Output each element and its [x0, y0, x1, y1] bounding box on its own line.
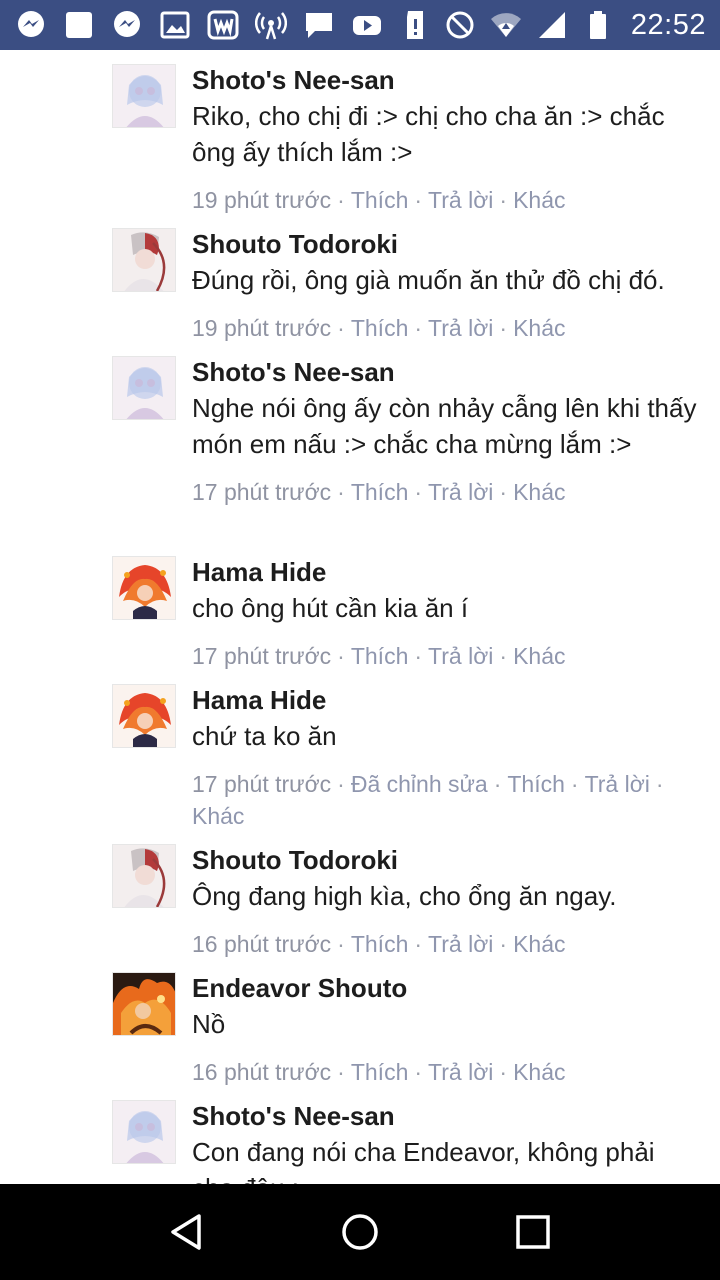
edited-link[interactable]: Đã chỉnh sửa: [351, 771, 488, 797]
comment-list[interactable]: Shoto's Nee-san Riko, cho chị đi :> chị …: [0, 50, 720, 1184]
more-link[interactable]: Khác: [513, 643, 565, 669]
comment-text: chứ ta ko ăn: [192, 721, 337, 751]
comment-author[interactable]: Shoto's Nee-san: [192, 356, 702, 388]
more-link[interactable]: Khác: [513, 315, 565, 341]
like-link[interactable]: Thích: [351, 479, 409, 505]
more-link[interactable]: Khác: [513, 931, 565, 957]
like-link[interactable]: Thích: [351, 1059, 409, 1085]
reply-link[interactable]: Trả lời: [428, 187, 493, 213]
comment-text: Ông đang high kìa, cho ổng ăn ngay.: [192, 881, 617, 911]
comment-author[interactable]: Shoto's Nee-san: [192, 1100, 702, 1132]
reply-link[interactable]: Trả lời: [428, 479, 493, 505]
hama-hide-avatar[interactable]: [112, 556, 176, 620]
battery-icon: [581, 8, 615, 42]
comment-author[interactable]: Shoto's Nee-san: [192, 64, 702, 96]
comment-text: Nồ: [192, 1009, 226, 1039]
comment-meta: 17 phút trước · Thích · Trả lời · Khác: [192, 643, 566, 669]
reply-link[interactable]: Trả lời: [428, 931, 493, 957]
comment-meta: 19 phút trước · Thích · Trả lời · Khác: [192, 187, 566, 213]
do-not-disturb-icon: [443, 8, 477, 42]
comment-author[interactable]: Hama Hide: [192, 556, 702, 588]
comment-time[interactable]: 19 phút trước: [192, 187, 331, 213]
endeavor-avatar[interactable]: [112, 972, 176, 1036]
youtube-icon: [350, 8, 384, 42]
comment-time[interactable]: 16 phút trước: [192, 931, 331, 957]
chat-bubble-icon: [302, 8, 336, 42]
messenger-icon: [14, 8, 48, 42]
cell-signal-icon: [535, 8, 569, 42]
like-link[interactable]: Thích: [507, 771, 565, 797]
gallery-icon: [158, 8, 192, 42]
comment-text: Đúng rồi, ông già muốn ăn thử đồ chị đó.: [192, 265, 665, 295]
hotspot-icon: [254, 8, 288, 42]
wattpad-icon: [206, 8, 240, 42]
comment-text: Riko, cho chị đi :> chị cho cha ăn :> ch…: [192, 101, 665, 167]
more-link[interactable]: Khác: [513, 1059, 565, 1085]
comment-time[interactable]: 17 phút trước: [192, 771, 331, 797]
like-link[interactable]: Thích: [351, 187, 409, 213]
nee-san-avatar[interactable]: [112, 356, 176, 420]
comment-text: Nghe nói ông ấy còn nhảy cẫng lên khi th…: [192, 393, 697, 459]
comment-time[interactable]: 17 phút trước: [192, 643, 331, 669]
nee-san-avatar[interactable]: [112, 64, 176, 128]
comment-author[interactable]: Shouto Todoroki: [192, 228, 702, 260]
more-link[interactable]: Khác: [513, 479, 565, 505]
comment-text: Con đang nói cha Endeavor, không phải ch…: [192, 1137, 655, 1184]
reply-link[interactable]: Trả lời: [428, 643, 493, 669]
like-link[interactable]: Thích: [351, 931, 409, 957]
sd-alert-icon: [398, 8, 432, 42]
wifi-icon: [489, 8, 523, 42]
square-app-icon: [62, 8, 96, 42]
comment-meta: 17 phút trước · Đã chỉnh sửa · Thích · Trả lời…: [192, 771, 664, 829]
like-link[interactable]: Thích: [351, 315, 409, 341]
comment-author[interactable]: Hama Hide: [192, 684, 702, 716]
todoroki-avatar[interactable]: [112, 844, 176, 908]
reply-link[interactable]: Trả lời: [428, 315, 493, 341]
system-icons: 22:52: [443, 8, 706, 42]
home-icon: [342, 1214, 378, 1250]
comment-author[interactable]: Endeavor Shouto: [192, 972, 702, 1004]
home-button[interactable]: [320, 1192, 400, 1272]
recents-icon: [516, 1215, 551, 1249]
more-link[interactable]: Khác: [513, 187, 565, 213]
like-link[interactable]: Thích: [351, 643, 409, 669]
reply-link[interactable]: Trả lời: [428, 1059, 493, 1085]
messenger-icon: [110, 8, 144, 42]
comment-meta: 16 phút trước · Thích · Trả lời · Khác: [192, 1059, 566, 1085]
back-icon: [170, 1214, 201, 1250]
comment-text: cho ông hút cần kia ăn í: [192, 593, 469, 623]
notification-icons: [14, 8, 443, 42]
comment-time[interactable]: 19 phút trước: [192, 315, 331, 341]
nee-san-avatar[interactable]: [112, 1100, 176, 1164]
status-bar: 22:52: [0, 0, 720, 50]
comment-time[interactable]: 17 phút trước: [192, 479, 331, 505]
hama-hide-avatar[interactable]: [112, 684, 176, 748]
more-link[interactable]: Khác: [192, 803, 244, 829]
todoroki-avatar[interactable]: [112, 228, 176, 292]
comment-time[interactable]: 16 phút trước: [192, 1059, 331, 1085]
reply-link[interactable]: Trả lời: [585, 771, 650, 797]
comment-meta: 16 phút trước · Thích · Trả lời · Khác: [192, 931, 566, 957]
comment-meta: 19 phút trước · Thích · Trả lời · Khác: [192, 315, 566, 341]
navigation-bar: [0, 1184, 720, 1280]
recents-button[interactable]: [493, 1192, 573, 1272]
back-button[interactable]: [147, 1192, 227, 1272]
comment-meta: 17 phút trước · Thích · Trả lời · Khác: [192, 479, 566, 505]
clock: 22:52: [630, 8, 706, 41]
comment-author[interactable]: Shouto Todoroki: [192, 844, 702, 876]
